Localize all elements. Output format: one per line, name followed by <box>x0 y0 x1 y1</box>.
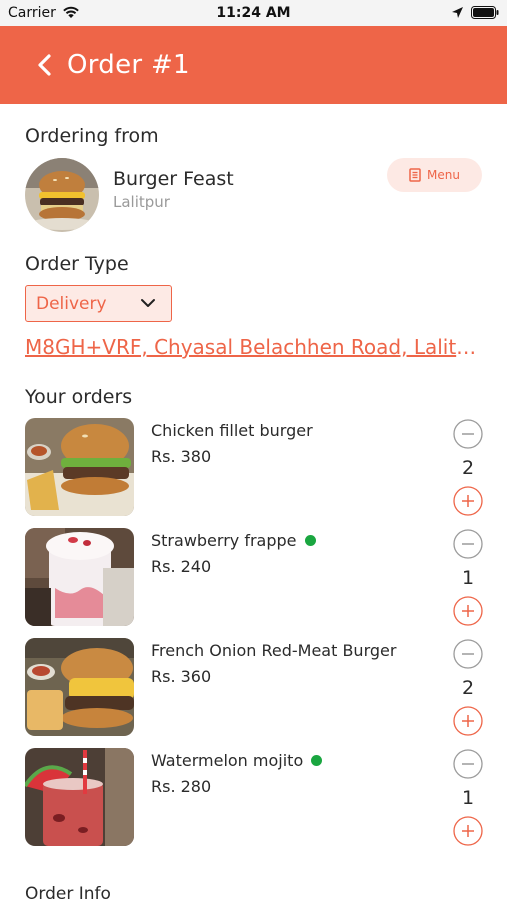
menu-book-icon <box>409 168 421 182</box>
item-name-row: French Onion Red-Meat Burger <box>151 641 396 660</box>
item-image <box>25 418 134 516</box>
delivery-address-link[interactable]: M8GH+VRF, Chyasal Belachhen Road, Lalitp… <box>25 335 485 359</box>
menu-button[interactable]: Menu <box>387 158 482 192</box>
restaurant-location: Lalitpur <box>113 193 170 211</box>
item-image <box>25 748 134 846</box>
item-price: Rs. 380 <box>151 447 212 466</box>
page-title: Order #1 <box>67 50 190 80</box>
item-quantity: 1 <box>461 787 475 809</box>
restaurant-avatar <box>25 158 99 232</box>
order-item: Chicken fillet burger Rs. 380 2 <box>0 418 507 516</box>
battery-icon <box>471 6 499 19</box>
order-type-heading: Order Type <box>25 253 129 275</box>
order-info-heading: Order Info <box>25 884 111 900</box>
increase-quantity-button[interactable] <box>453 706 483 736</box>
location-arrow-icon <box>452 7 463 18</box>
decrease-quantity-button[interactable] <box>453 639 483 669</box>
order-item: Watermelon mojito Rs. 280 1 <box>0 748 507 846</box>
decrease-quantity-button[interactable] <box>453 749 483 779</box>
veg-indicator-icon <box>304 535 316 546</box>
item-name-row: Chicken fillet burger <box>151 421 313 440</box>
restaurant-name: Burger Feast <box>113 168 234 190</box>
item-quantity: 2 <box>461 677 475 699</box>
app-header: Order #1 <box>0 26 507 104</box>
item-price: Rs. 240 <box>151 557 212 576</box>
increase-quantity-button[interactable] <box>453 596 483 626</box>
item-price: Rs. 280 <box>151 777 212 796</box>
item-name-row: Strawberry frappe <box>151 531 316 550</box>
chevron-down-icon <box>141 299 155 307</box>
item-name: Strawberry frappe <box>151 531 297 550</box>
your-orders-heading: Your orders <box>25 386 133 408</box>
item-quantity: 2 <box>461 457 475 479</box>
item-image <box>25 638 134 736</box>
item-image <box>25 528 134 626</box>
order-type-value: Delivery <box>36 294 107 314</box>
item-name: French Onion Red-Meat Burger <box>151 641 397 660</box>
item-name-row: Watermelon mojito <box>151 751 323 770</box>
item-name: Watermelon mojito <box>151 751 304 770</box>
increase-quantity-button[interactable] <box>453 486 483 516</box>
order-type-select[interactable]: Delivery <box>25 285 172 322</box>
veg-indicator-icon <box>311 755 323 766</box>
order-item: French Onion Red-Meat Burger Rs. 360 2 <box>0 638 507 736</box>
clock: 11:24 AM <box>216 5 291 21</box>
menu-button-label: Menu <box>427 168 460 182</box>
decrease-quantity-button[interactable] <box>453 529 483 559</box>
item-name: Chicken fillet burger <box>151 421 313 440</box>
item-price: Rs. 360 <box>151 667 212 686</box>
increase-quantity-button[interactable] <box>453 816 483 846</box>
status-bar: Carrier 11:24 AM <box>0 0 507 26</box>
back-arrow-icon[interactable] <box>34 53 56 77</box>
ordering-from-heading: Ordering from <box>25 125 159 147</box>
decrease-quantity-button[interactable] <box>453 419 483 449</box>
order-item: Strawberry frappe Rs. 240 1 <box>0 528 507 626</box>
item-quantity: 1 <box>461 567 475 589</box>
